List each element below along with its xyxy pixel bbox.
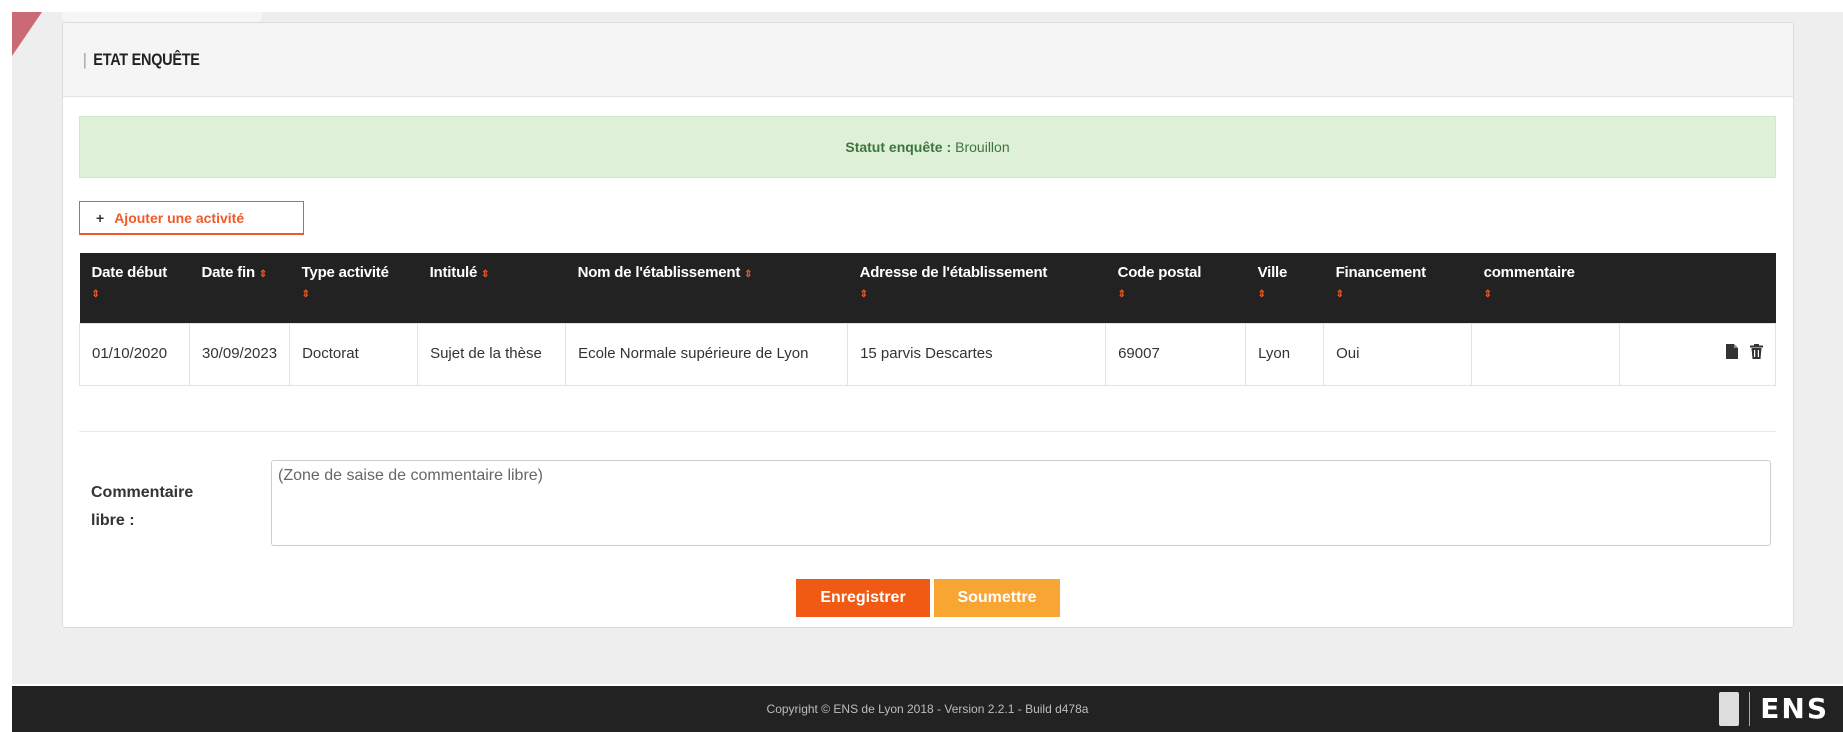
sort-icon[interactable]: ⇕ bbox=[744, 269, 752, 280]
column-header-actions bbox=[1619, 253, 1776, 323]
sort-icon[interactable]: ⇕ bbox=[1336, 289, 1460, 300]
corner-decoration bbox=[12, 12, 42, 56]
column-header-date-fin[interactable]: Date fin ⇕ bbox=[189, 253, 290, 323]
cell-date-debut: 01/10/2020 bbox=[79, 322, 190, 386]
survey-state-panel: | ETAT ENQUÊTE Statut enquête : Brouillon… bbox=[62, 22, 1794, 628]
activities-table: Date début ⇕ Date fin ⇕ Type activité ⇕ Int… bbox=[79, 253, 1776, 386]
panel-title: | ETAT ENQUÊTE bbox=[83, 49, 200, 69]
sort-icon[interactable]: ⇕ bbox=[1258, 289, 1312, 300]
form-actions: Enregistrer Soumettre bbox=[63, 579, 1793, 617]
sort-icon[interactable]: ⇕ bbox=[860, 289, 1094, 300]
panel-header: | ETAT ENQUÊTE bbox=[63, 23, 1793, 97]
cell-nom-etablissement: Ecole Normale supérieure de Lyon bbox=[565, 322, 849, 386]
sort-icon[interactable]: ⇕ bbox=[92, 289, 178, 300]
column-header-code-postal[interactable]: Code postal ⇕ bbox=[1105, 253, 1246, 323]
cell-commentaire bbox=[1471, 322, 1621, 386]
add-activity-button[interactable]: + Ajouter une activité bbox=[79, 201, 304, 235]
top-tab bbox=[62, 12, 262, 22]
sort-icon[interactable]: ⇕ bbox=[259, 269, 267, 280]
table-row: 01/10/2020 30/09/2023 Doctorat Sujet de … bbox=[79, 322, 1776, 386]
comment-label: Commentaire libre : bbox=[91, 484, 194, 529]
cell-type-activite: Doctorat bbox=[289, 322, 419, 386]
column-header-nom-etablissement[interactable]: Nom de l'établissement ⇕ bbox=[565, 253, 848, 323]
title-bar-decoration: | bbox=[83, 49, 87, 69]
submit-button[interactable]: Soumettre bbox=[934, 579, 1060, 617]
logo-divider bbox=[1749, 692, 1751, 726]
footer: Copyright © ENS de Lyon 2018 - Version 2… bbox=[12, 686, 1843, 732]
table-header-row: Date début ⇕ Date fin ⇕ Type activité ⇕ Int… bbox=[79, 253, 1776, 323]
column-header-commentaire[interactable]: commentaire ⇕ bbox=[1471, 253, 1620, 323]
file-icon[interactable] bbox=[1725, 342, 1738, 366]
column-header-financement[interactable]: Financement ⇕ bbox=[1323, 253, 1472, 323]
column-header-intitule[interactable]: Intitulé ⇕ bbox=[417, 253, 566, 323]
logo-wordmark: ENS bbox=[1760, 692, 1829, 725]
column-header-ville[interactable]: Ville ⇕ bbox=[1245, 253, 1324, 323]
section-divider bbox=[79, 431, 1776, 432]
trash-icon[interactable] bbox=[1750, 342, 1763, 366]
cell-date-fin: 30/09/2023 bbox=[188, 322, 291, 386]
sort-icon[interactable]: ⇕ bbox=[481, 269, 489, 280]
emblem-icon bbox=[1719, 692, 1740, 726]
cell-adresse: 15 parvis Descartes bbox=[847, 322, 1107, 386]
column-header-adresse[interactable]: Adresse de l'établissement ⇕ bbox=[847, 253, 1106, 323]
sort-icon[interactable]: ⇕ bbox=[1118, 289, 1234, 300]
cell-code-postal: 69007 bbox=[1105, 322, 1247, 386]
column-header-type-activite[interactable]: Type activité ⇕ bbox=[289, 253, 418, 323]
save-button[interactable]: Enregistrer bbox=[796, 579, 930, 617]
plus-icon: + bbox=[96, 209, 105, 226]
comment-textarea[interactable] bbox=[271, 460, 1771, 546]
cell-intitule: Sujet de la thèse bbox=[417, 322, 567, 386]
add-activity-label: Ajouter une activité bbox=[114, 209, 245, 226]
status-value: Brouillon bbox=[955, 139, 1010, 155]
column-header-date-debut[interactable]: Date début ⇕ bbox=[79, 253, 190, 323]
status-label: Statut enquête : bbox=[845, 139, 952, 155]
sort-icon[interactable]: ⇕ bbox=[1484, 289, 1608, 300]
sort-icon[interactable]: ⇕ bbox=[302, 289, 406, 300]
footer-copyright: Copyright © ENS de Lyon 2018 - Version 2… bbox=[766, 702, 1089, 716]
ens-logo: ENS bbox=[1719, 692, 1829, 726]
cell-actions bbox=[1619, 322, 1776, 386]
cell-ville: Lyon bbox=[1245, 322, 1325, 386]
status-alert: Statut enquête : Brouillon bbox=[79, 116, 1776, 178]
cell-financement: Oui bbox=[1323, 322, 1473, 386]
